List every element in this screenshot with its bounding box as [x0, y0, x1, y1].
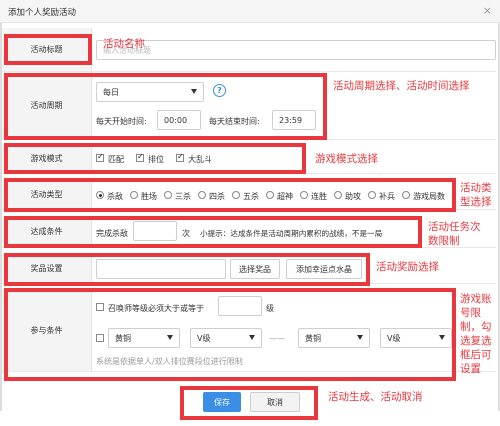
close-icon[interactable]: ×	[483, 4, 492, 17]
highlight-box-footer	[180, 386, 318, 420]
highlight-box-period	[4, 73, 327, 140]
highlight-box-title	[4, 34, 92, 65]
highlight-box-condition	[4, 216, 422, 248]
annotation-title: 活动名称	[103, 38, 145, 50]
annotation-mode: 游戏模式选择	[315, 153, 378, 165]
highlight-box-participate	[4, 288, 456, 381]
annotation-period: 活动周期选择、活动时间选择	[333, 80, 470, 92]
highlight-box-mode	[4, 143, 306, 174]
highlight-box-reward	[4, 253, 370, 286]
dialog-title: 添加个人奖励活动	[8, 8, 77, 18]
annotation-reward: 活动奖励选择	[376, 261, 439, 273]
annotation-participate: 游戏账 号限 制，勾 选复选 框后可 设置	[460, 293, 492, 375]
annotation-condition: 活动任务次 数限制	[428, 221, 481, 247]
annotation-type: 活动类 型选择	[460, 182, 492, 208]
highlight-box-type	[4, 178, 456, 212]
title-input[interactable]: 输入活动标题	[96, 40, 496, 60]
dialog-titlebar: 添加个人奖励活动 ×	[0, 0, 500, 23]
annotation-footer: 活动生成、活动取消	[328, 391, 423, 403]
